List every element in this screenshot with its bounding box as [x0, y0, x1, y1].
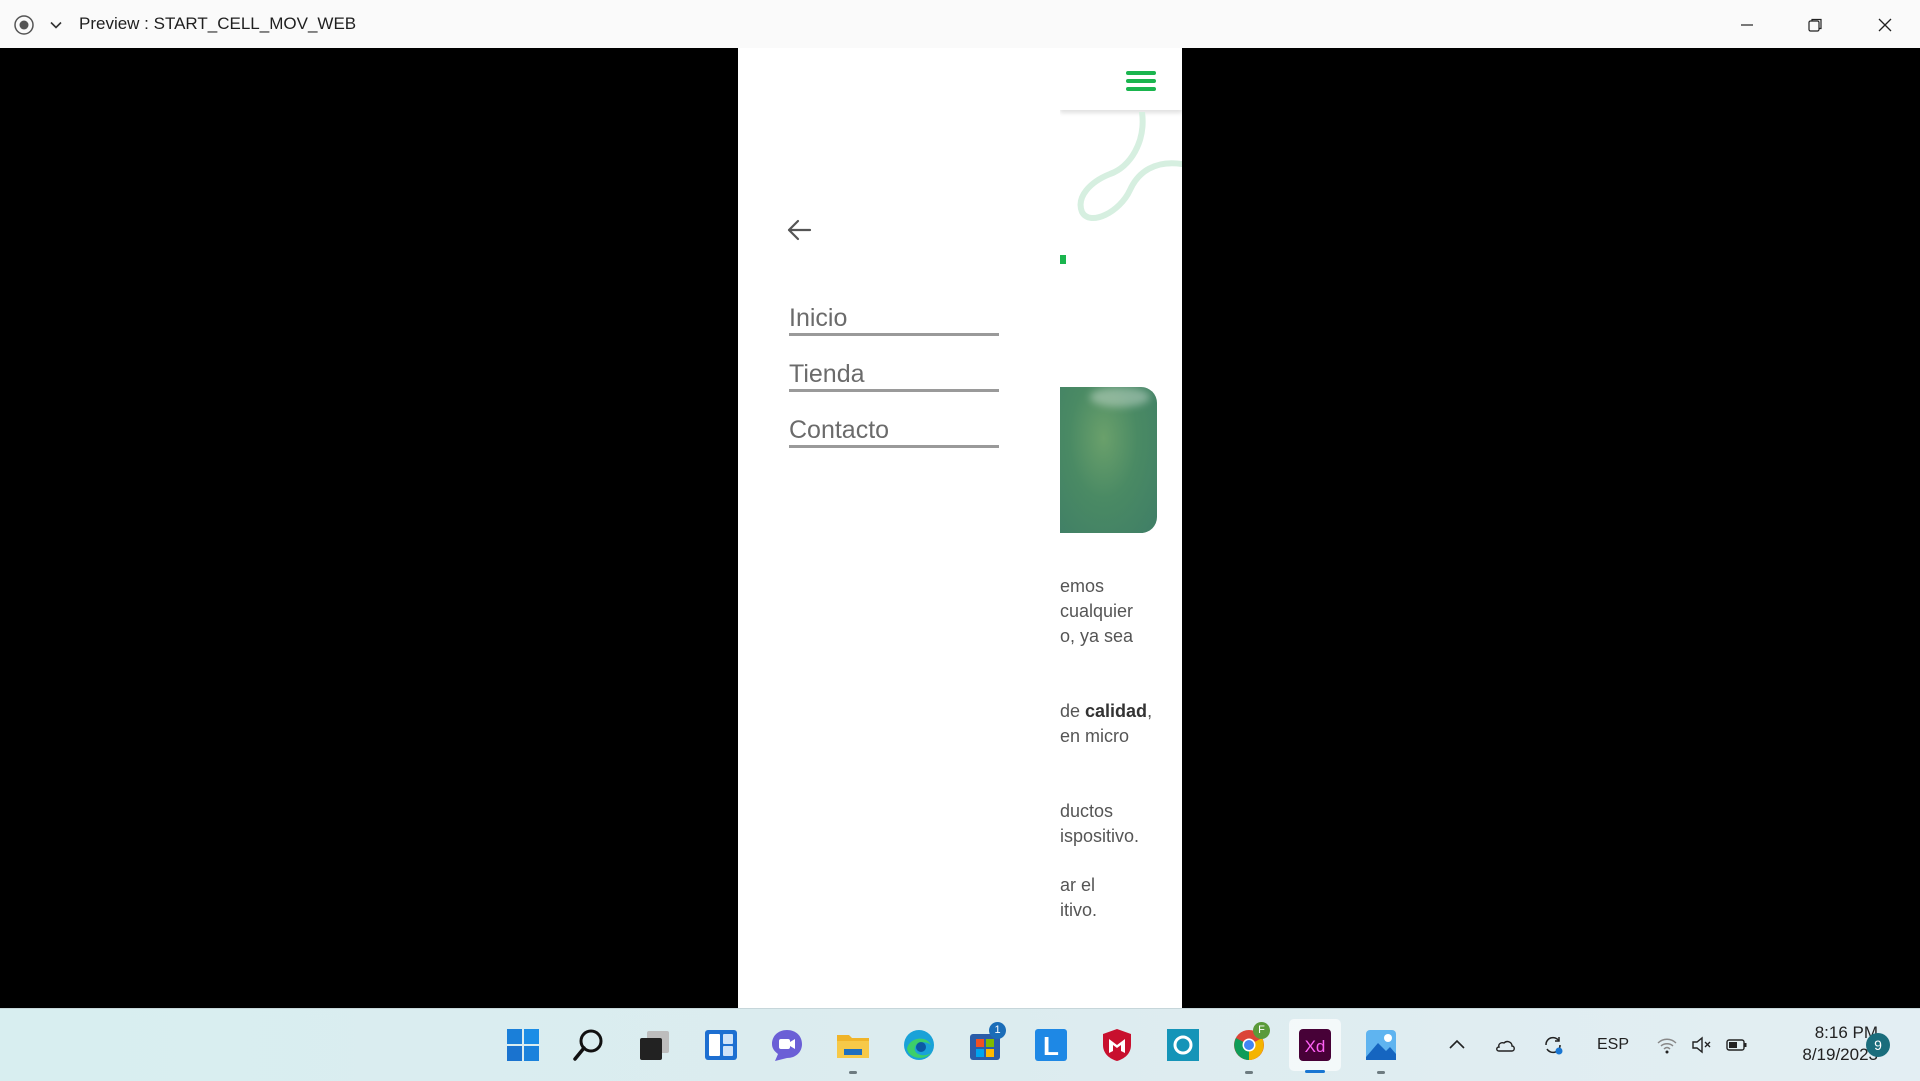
svg-text:Xd: Xd: [1305, 1037, 1326, 1056]
clock[interactable]: 8:16 PM 8/19/2023: [1772, 1022, 1878, 1066]
minimize-icon: [1741, 24, 1753, 26]
page-content: emos cualquier o, ya sea de calidad, en …: [1060, 48, 1182, 1008]
svg-text:L: L: [1043, 1031, 1059, 1061]
language-indicator[interactable]: ESP: [1597, 1009, 1629, 1081]
close-icon: [1878, 18, 1892, 32]
site-header: [1060, 48, 1182, 110]
sync-icon[interactable]: [1542, 1009, 1564, 1081]
minimize-button[interactable]: [1713, 0, 1781, 48]
menu-item-contacto[interactable]: Contacto: [789, 415, 999, 448]
clock-time: 8:16 PM: [1814, 1023, 1878, 1042]
chrome-profile-badge: F: [1253, 1022, 1270, 1039]
decorative-swirl: [1077, 112, 1182, 221]
side-menu: Inicio Tienda Contacto: [738, 48, 1060, 1008]
product-photo: [1060, 387, 1157, 533]
widgets-icon[interactable]: [698, 1022, 744, 1068]
teams-chat-icon[interactable]: [764, 1022, 810, 1068]
accent-marker: [1060, 255, 1066, 264]
onedrive-icon[interactable]: [1494, 1009, 1516, 1081]
paragraph-3: ductos ispositivo.: [1060, 801, 1140, 846]
record-icon[interactable]: [13, 14, 35, 36]
microsoft-store-icon[interactable]: 1: [962, 1022, 1008, 1068]
photos-icon[interactable]: [1358, 1022, 1404, 1074]
window-title-bar: Preview : START_CELL_MOV_WEB: [0, 0, 1920, 48]
close-button[interactable]: [1851, 0, 1919, 48]
menu-item-tienda[interactable]: Tienda: [789, 359, 999, 392]
mcafee-icon[interactable]: [1094, 1022, 1140, 1068]
wifi-icon[interactable]: [1656, 1009, 1678, 1081]
adobe-xd-icon[interactable]: Xd: [1289, 1019, 1341, 1073]
windows-start-icon[interactable]: [500, 1022, 546, 1068]
preview-stage: emos cualquier o, ya sea de calidad, en …: [0, 48, 1920, 1008]
task-view-icon[interactable]: [632, 1022, 678, 1068]
chrome-icon[interactable]: F: [1226, 1022, 1272, 1074]
notification-badge[interactable]: 9: [1866, 1033, 1890, 1057]
battery-icon[interactable]: [1726, 1009, 1748, 1081]
file-explorer-icon[interactable]: [830, 1022, 876, 1074]
hamburger-icon[interactable]: [1126, 68, 1158, 94]
restore-icon: [1808, 18, 1822, 32]
window-title: Preview : START_CELL_MOV_WEB: [79, 14, 357, 33]
search-icon[interactable]: [566, 1022, 612, 1068]
paragraph-2: de calidad, en micro: [1060, 701, 1153, 746]
cortana-icon[interactable]: [1160, 1022, 1206, 1068]
mute-icon[interactable]: [1690, 1009, 1712, 1081]
chevron-up-icon[interactable]: [1446, 1009, 1468, 1081]
taskbar: 1 L F Xd ESP 8:16 PM 8/19/2023 9: [0, 1008, 1920, 1081]
restore-button[interactable]: [1781, 0, 1849, 48]
l-app-icon[interactable]: L: [1028, 1022, 1074, 1068]
paragraph-1: emos cualquier o, ya sea: [1060, 576, 1134, 646]
arrow-left-icon[interactable]: [786, 218, 812, 242]
store-badge: 1: [989, 1022, 1006, 1039]
edge-icon[interactable]: [896, 1022, 942, 1068]
menu-item-inicio[interactable]: Inicio: [789, 303, 999, 336]
chevron-down-icon[interactable]: [49, 17, 63, 31]
clock-date: 8/19/2023: [1802, 1045, 1878, 1064]
mobile-artboard: emos cualquier o, ya sea de calidad, en …: [738, 48, 1182, 1008]
paragraph-4: ar el itivo.: [1060, 875, 1098, 920]
